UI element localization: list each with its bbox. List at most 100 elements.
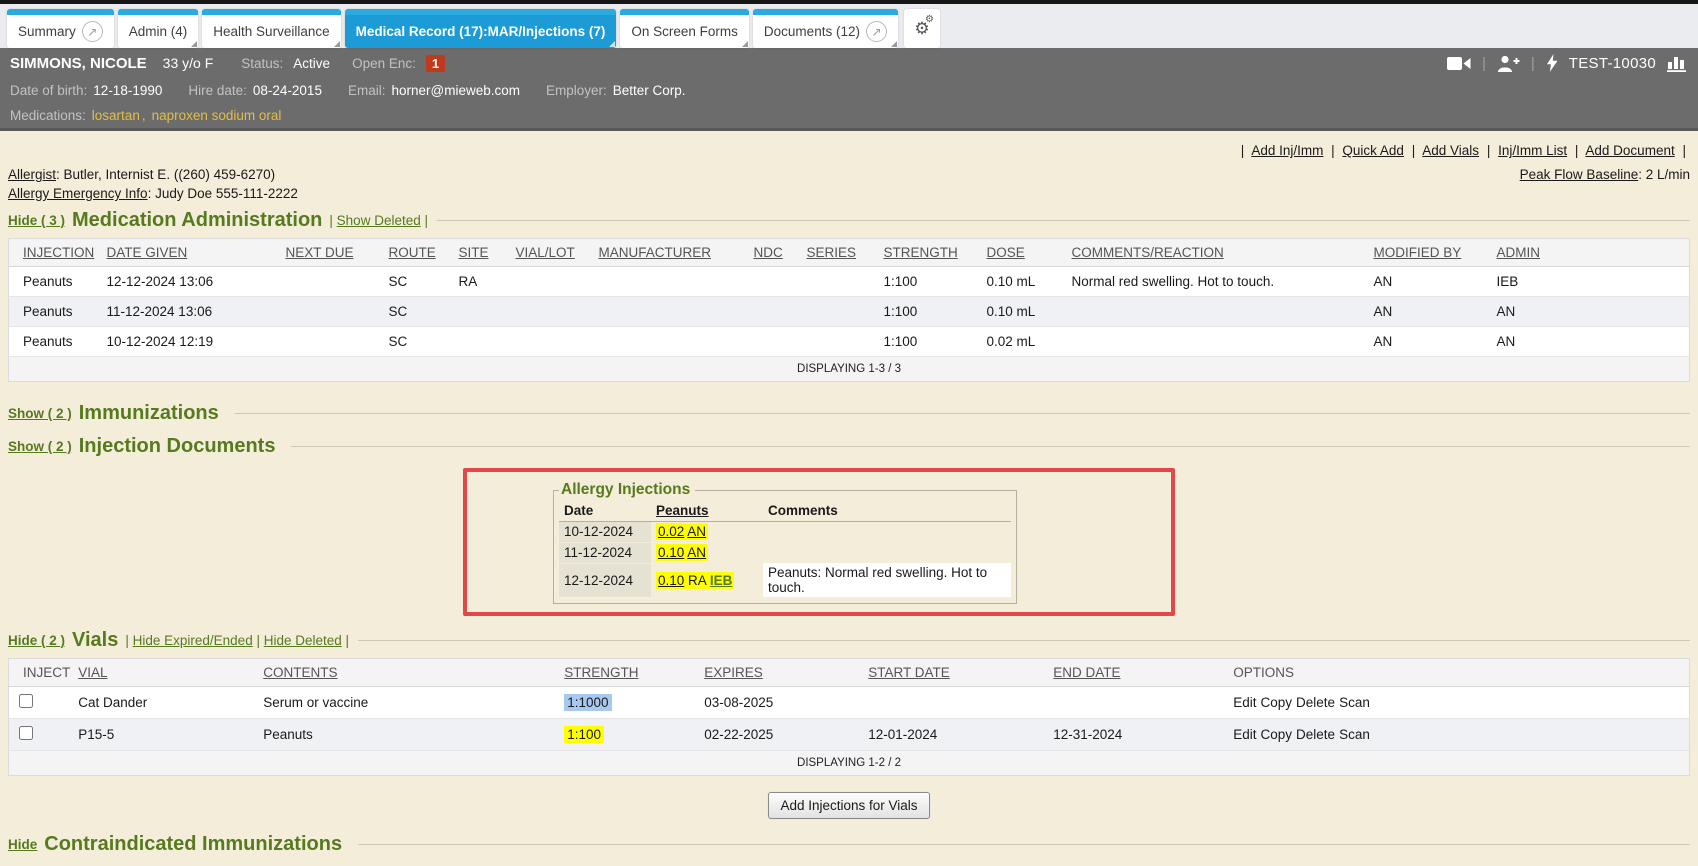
cell-site: [455, 297, 512, 327]
cell-options: Edit CopyDelete Scan: [1229, 719, 1689, 751]
medication-link-naproxen[interactable]: naproxen sodium oral: [152, 108, 282, 123]
admin-initials-link[interactable]: AN: [687, 545, 706, 560]
col-strength[interactable]: STRENGTH: [560, 659, 700, 687]
col-modified-by[interactable]: MODIFIED BY: [1370, 239, 1493, 267]
site-text: RA: [688, 573, 706, 588]
cell-contents: Serum or vaccine: [259, 687, 560, 719]
tab-documents[interactable]: Documents (12) ↗: [753, 9, 898, 48]
table-row[interactable]: Peanuts 12-12-2024 13:06 SC RA 1:100 0.1…: [9, 267, 1690, 297]
edit-link[interactable]: Edit: [1233, 695, 1256, 710]
tab-dropdown-fold-icon: [891, 41, 897, 47]
col-peanuts-link[interactable]: Peanuts: [651, 500, 763, 521]
lightning-icon[interactable]: [1546, 54, 1558, 72]
scan-link[interactable]: Scan: [1339, 695, 1370, 710]
popout-icon[interactable]: ↗: [866, 21, 887, 42]
copy-link[interactable]: Copy: [1261, 727, 1293, 742]
immunizations-show-link[interactable]: Show ( 2 ): [8, 406, 72, 421]
table-header-row: INJECT VIAL CONTENTS STRENGTH EXPIRES ST…: [9, 659, 1690, 687]
tab-admin[interactable]: Admin (4): [118, 9, 199, 48]
tab-medical-record-active[interactable]: Medical Record (17):MAR/Injections (7): [345, 9, 617, 48]
dose-link[interactable]: 0.02: [658, 524, 684, 539]
col-vial-lot[interactable]: VIAL/LOT: [512, 239, 595, 267]
col-dose[interactable]: DOSE: [983, 239, 1068, 267]
cell-date-given: 10-12-2024 12:19: [103, 327, 282, 357]
col-admin[interactable]: ADMIN: [1493, 239, 1690, 267]
cell-modified-by: AN: [1370, 297, 1493, 327]
open-encounter-badge[interactable]: 1: [426, 55, 445, 72]
col-injection[interactable]: INJECTION: [9, 239, 103, 267]
allergy-emergency-value: : Judy Doe 555-111-2222: [148, 186, 298, 201]
section-rule: [235, 413, 1690, 414]
medication-link-losartan[interactable]: losartan: [92, 108, 140, 123]
med-admin-hide-link[interactable]: Hide ( 3 ): [8, 213, 65, 228]
popout-icon[interactable]: ↗: [82, 21, 103, 42]
vials-hide-link[interactable]: Hide ( 2 ): [8, 633, 65, 648]
allergy-injection-row: 10-12-2024 0.02 AN: [559, 521, 1011, 542]
settings-gear-button[interactable]: ⚙ ⚙: [904, 9, 940, 48]
col-ndc[interactable]: NDC: [750, 239, 803, 267]
inj-imm-list-link[interactable]: Inj/Imm List: [1498, 143, 1567, 158]
add-person-icon[interactable]: [1497, 55, 1520, 72]
tab-health-surveillance[interactable]: Health Surveillance: [202, 9, 340, 48]
cell-modified-by: AN: [1370, 267, 1493, 297]
col-contents[interactable]: CONTENTS: [259, 659, 560, 687]
cell-ndc: [750, 297, 803, 327]
peak-flow-baseline-link[interactable]: Peak Flow Baseline: [1520, 167, 1639, 182]
vials-table: INJECT VIAL CONTENTS STRENGTH EXPIRES ST…: [8, 658, 1690, 776]
allergist-link[interactable]: Allergist: [8, 167, 56, 182]
cell-vial-lot: [512, 297, 595, 327]
inject-checkbox[interactable]: [19, 726, 33, 740]
video-camera-icon[interactable]: [1447, 56, 1471, 71]
scan-link[interactable]: Scan: [1339, 727, 1370, 742]
col-start-date[interactable]: START DATE: [864, 659, 1049, 687]
pipe: |: [1241, 143, 1245, 158]
copy-link[interactable]: Copy: [1261, 695, 1293, 710]
cell-manufacturer: [595, 327, 750, 357]
employer-value: Better Corp.: [613, 83, 686, 98]
col-next-due[interactable]: NEXT DUE: [282, 239, 385, 267]
col-strength[interactable]: STRENGTH: [880, 239, 983, 267]
dose-link[interactable]: 0.10: [658, 573, 684, 588]
dose-link[interactable]: 0.10: [658, 545, 684, 560]
cell-injection: Peanuts: [9, 327, 103, 357]
col-manufacturer[interactable]: MANUFACTURER: [595, 239, 750, 267]
add-injections-for-vials-button[interactable]: Add Injections for Vials: [768, 792, 929, 819]
add-document-link[interactable]: Add Document: [1585, 143, 1674, 158]
divider: |: [1482, 55, 1486, 72]
col-route[interactable]: ROUTE: [385, 239, 455, 267]
table-row[interactable]: Peanuts 11-12-2024 13:06 SC 1:100 0.10 m…: [9, 297, 1690, 327]
edit-link[interactable]: Edit: [1233, 727, 1256, 742]
col-inject: INJECT: [9, 659, 75, 687]
cell-admin: AN: [1493, 327, 1690, 357]
col-date-given[interactable]: DATE GIVEN: [103, 239, 282, 267]
cell-admin: IEB: [1493, 267, 1690, 297]
cell-date-given: 12-12-2024 13:06: [103, 267, 282, 297]
col-series[interactable]: SERIES: [803, 239, 880, 267]
admin-initials-link[interactable]: IEB: [710, 573, 733, 588]
tab-summary[interactable]: Summary ↗: [7, 9, 114, 48]
hide-deleted-link[interactable]: Hide Deleted: [264, 633, 342, 648]
delete-link[interactable]: Delete: [1296, 695, 1335, 710]
col-comments[interactable]: COMMENTS/REACTION: [1068, 239, 1370, 267]
immunizations-title: Immunizations: [79, 402, 219, 425]
add-vials-link[interactable]: Add Vials: [1422, 143, 1479, 158]
inject-checkbox[interactable]: [19, 694, 33, 708]
table-footer-row: DISPLAYING 1-2 / 2: [9, 751, 1690, 776]
contraindicated-hide-link[interactable]: Hide: [8, 837, 37, 852]
col-site[interactable]: SITE: [455, 239, 512, 267]
delete-link[interactable]: Delete: [1296, 727, 1335, 742]
bar-chart-icon[interactable]: [1667, 54, 1688, 72]
admin-initials-link[interactable]: AN: [687, 524, 706, 539]
col-end-date[interactable]: END DATE: [1049, 659, 1229, 687]
quick-add-link[interactable]: Quick Add: [1342, 143, 1404, 158]
hide-expired-ended-link[interactable]: Hide Expired/Ended: [133, 633, 253, 648]
col-vial[interactable]: VIAL: [74, 659, 259, 687]
injection-documents-show-link[interactable]: Show ( 2 ): [8, 439, 72, 454]
displaying-count: DISPLAYING 1-2 / 2: [9, 751, 1690, 776]
show-deleted-link[interactable]: Show Deleted: [337, 213, 421, 228]
add-inj-imm-link[interactable]: Add Inj/Imm: [1251, 143, 1323, 158]
tab-on-screen-forms[interactable]: On Screen Forms: [620, 9, 749, 48]
col-expires[interactable]: EXPIRES: [700, 659, 864, 687]
allergy-emergency-info-link[interactable]: Allergy Emergency Info: [8, 186, 148, 201]
table-row[interactable]: Peanuts 10-12-2024 12:19 SC 1:100 0.02 m…: [9, 327, 1690, 357]
